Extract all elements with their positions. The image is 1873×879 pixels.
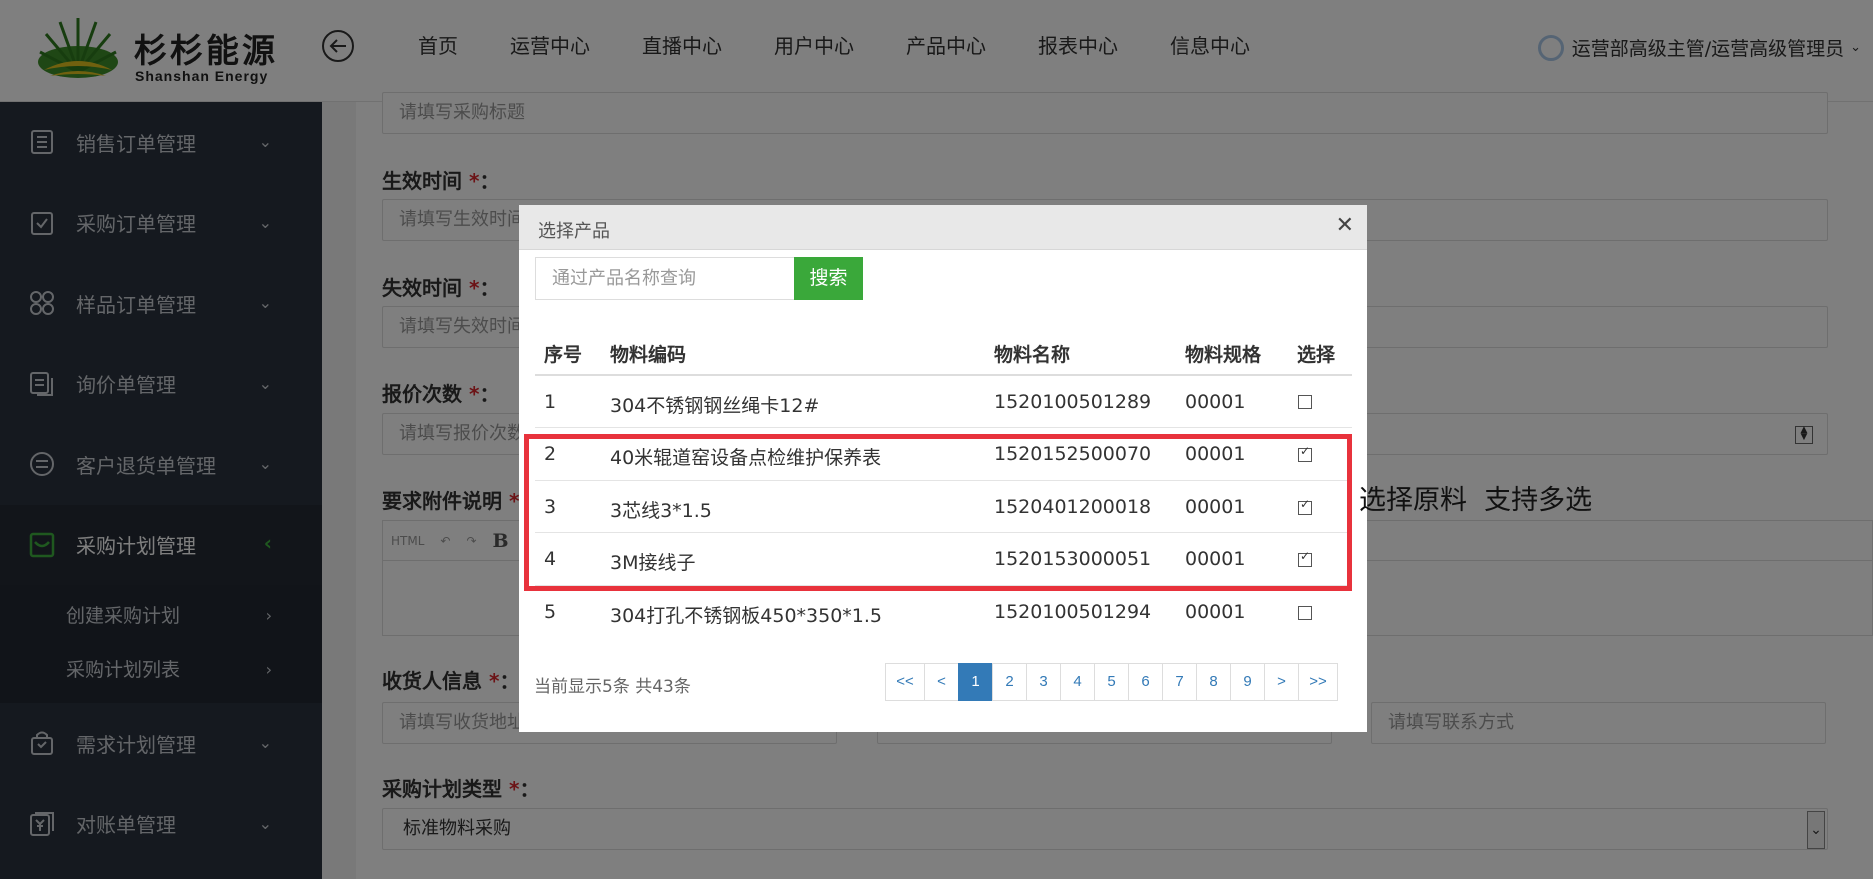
row-checkbox[interactable] <box>1298 395 1312 409</box>
page-6[interactable]: 6 <box>1128 663 1163 701</box>
page-last[interactable]: >> <box>1298 663 1338 701</box>
dialog-header: 选择产品 ✕ <box>519 205 1367 250</box>
page-prev[interactable]: < <box>924 663 959 701</box>
dialog-title: 选择产品 <box>538 221 610 242</box>
close-icon[interactable]: ✕ <box>1336 213 1354 238</box>
search-button[interactable]: 搜索 <box>794 257 863 300</box>
row-code: 304打孔不锈钢板450*350*1.5 <box>610 605 883 627</box>
page-3[interactable]: 3 <box>1026 663 1061 701</box>
row-name: 1520100501289 <box>994 391 1152 413</box>
column-header-name: 物料名称 <box>994 344 1071 366</box>
column-header-code: 物料编码 <box>610 344 687 366</box>
annotation-note: 选择原料 支持多选 <box>1359 485 1593 516</box>
page-5[interactable]: 5 <box>1094 663 1129 701</box>
product-search-input[interactable]: 通过产品名称查询 <box>535 257 798 300</box>
page-9[interactable]: 9 <box>1230 663 1265 701</box>
page-4[interactable]: 4 <box>1060 663 1095 701</box>
row-checkbox[interactable] <box>1298 606 1312 620</box>
row-no: 1 <box>544 391 557 413</box>
page-7[interactable]: 7 <box>1162 663 1197 701</box>
page-next[interactable]: > <box>1264 663 1299 701</box>
highlight-box <box>524 434 1352 591</box>
row-code: 304不锈钢钢丝绳卡12# <box>610 395 820 417</box>
table-divider <box>535 427 1352 428</box>
pagination-info: 当前显示5条 共43条 <box>534 677 691 697</box>
column-header-select: 选择 <box>1297 344 1336 366</box>
row-no: 5 <box>544 601 557 623</box>
page-first[interactable]: << <box>885 663 925 701</box>
placeholder-text: 通过产品名称查询 <box>552 268 696 289</box>
row-spec: 00001 <box>1185 391 1246 413</box>
pagination: << < 1 2 3 4 5 6 7 8 9 > >> <box>885 663 1338 701</box>
page-8[interactable]: 8 <box>1196 663 1231 701</box>
page-1[interactable]: 1 <box>958 663 993 701</box>
table-divider <box>535 374 1352 376</box>
column-header-spec: 物料规格 <box>1185 344 1262 366</box>
row-name: 1520100501294 <box>994 601 1152 623</box>
row-spec: 00001 <box>1185 601 1246 623</box>
page-2[interactable]: 2 <box>992 663 1027 701</box>
column-header-no: 序号 <box>544 344 583 366</box>
